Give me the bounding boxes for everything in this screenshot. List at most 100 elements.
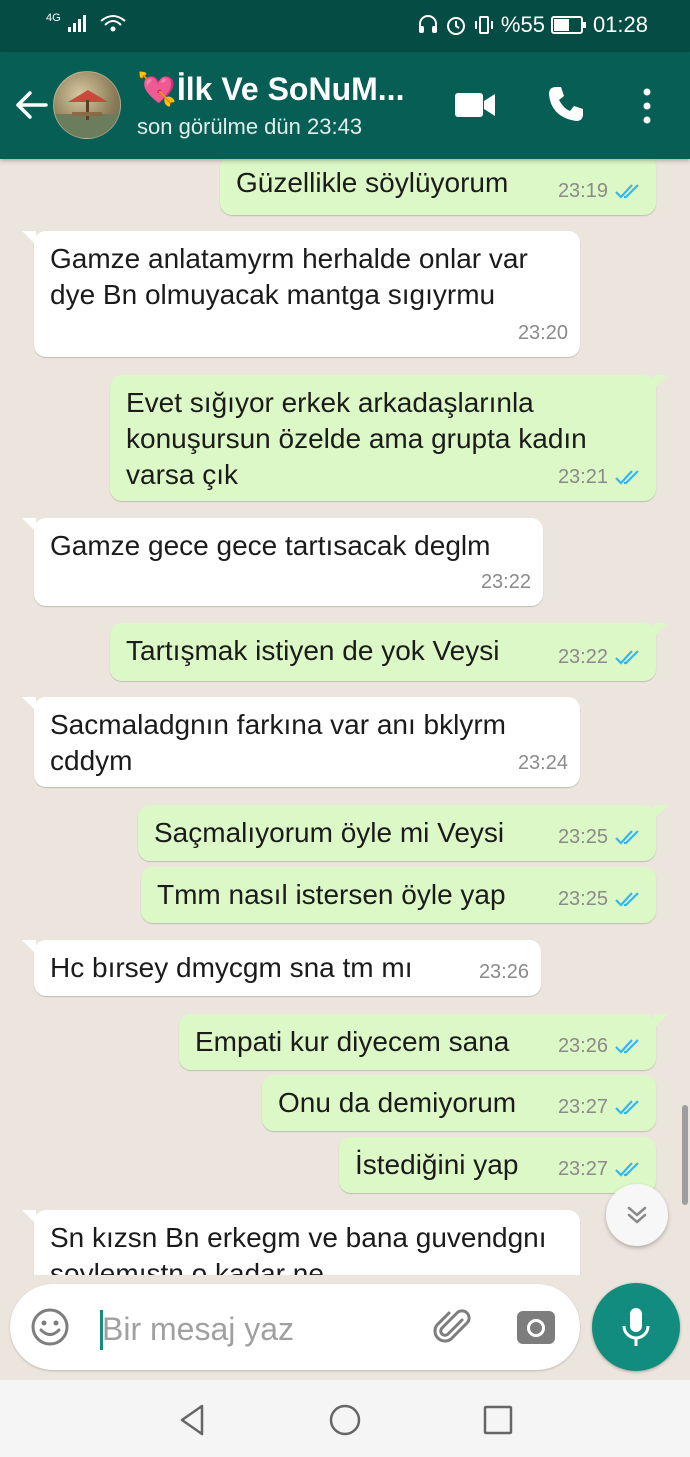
message-time: 23:19: [557, 180, 608, 202]
message-time: 23:22: [480, 571, 531, 593]
clock: 01:28: [592, 12, 648, 37]
scroll-to-bottom-button[interactable]: [606, 1184, 668, 1246]
message-text: Sn kızsn Bn erkegm ve bana guvendgnı soy…: [50, 1222, 547, 1275]
message-outgoing[interactable]: Güzellikle söylüyorum 23:19: [220, 159, 656, 215]
read-ticks-icon: [615, 470, 639, 485]
attach-icon[interactable]: [432, 1306, 474, 1348]
bubble-tail: [22, 697, 36, 711]
battery-percent: %55: [500, 12, 545, 37]
read-ticks-icon: [615, 892, 639, 907]
network-type: 4G: [46, 12, 61, 24]
message-incoming[interactable]: Gamze gece gece tartısacak deglm 23:22: [22, 518, 543, 606]
status-bar: 4G %55 01:28: [0, 0, 690, 52]
battery-icon: [550, 16, 586, 34]
bubble-tail: [654, 805, 668, 819]
message-outgoing[interactable]: İstediğini yap 23:27: [339, 1137, 656, 1193]
message-meta: 23:24: [518, 745, 568, 781]
message-text: Tartışmak istiyen de yok Veysi: [126, 635, 500, 666]
nav-home-icon[interactable]: [325, 1400, 365, 1440]
message-outgoing[interactable]: Empati kur diyecem sana 23:26: [179, 1014, 668, 1070]
vibrate-icon: [474, 16, 493, 34]
message-placeholder: Bir mesaj yaz: [102, 1311, 295, 1347]
message-meta: 23:22: [558, 639, 644, 675]
mic-icon: [622, 1308, 650, 1346]
message-input[interactable]: Bir mesaj yaz: [10, 1284, 580, 1370]
message-time: 23:24: [517, 752, 568, 774]
bubble-tail: [654, 1014, 668, 1028]
scrollbar-thumb[interactable]: [682, 1105, 688, 1205]
message-meta: 23:26: [479, 954, 529, 990]
message-incoming[interactable]: Sacmaladgnın farkına var anı bklyrm cddy…: [22, 697, 580, 787]
emoji-icon[interactable]: [30, 1307, 70, 1347]
chat-header: 💘İlk Ve SoNuM... son görülme dün 23:43: [0, 52, 690, 159]
signal-icon: [67, 15, 86, 32]
read-ticks-icon: [615, 184, 639, 199]
message-time: 23:27: [557, 1096, 608, 1118]
message-text: Empati kur diyecem sana: [195, 1026, 510, 1057]
message-text: Evet sığıyor erkek arkadaşlarınla konuşu…: [126, 387, 587, 490]
message-outgoing[interactable]: Onu da demiyorum 23:27: [262, 1075, 656, 1131]
message-meta: 23:25: [558, 819, 644, 855]
message-incoming[interactable]: Gamze anlatamyrm herhalde onlar var dye …: [22, 231, 580, 357]
message-time: 23:26: [478, 961, 529, 983]
message-outgoing[interactable]: Saçmalıyorum öyle mi Veysi 23:25: [138, 805, 668, 861]
message-meta: 23:27: [558, 1089, 644, 1125]
read-ticks-icon: [615, 1162, 639, 1177]
bubble-tail: [654, 375, 668, 389]
camera-icon[interactable]: [516, 1308, 556, 1346]
message-time: 23:25: [557, 888, 608, 910]
nav-recents-icon[interactable]: [478, 1400, 518, 1440]
message-text: Güzellikle söylüyorum: [236, 167, 509, 198]
message-meta: 23:26: [558, 1028, 644, 1064]
more-vert-icon[interactable]: [640, 88, 654, 124]
last-seen: son görülme dün 23:43: [137, 114, 363, 139]
bubble-tail: [22, 1210, 36, 1224]
message-time: 23:21: [557, 466, 608, 488]
message-time: 23:22: [557, 646, 608, 668]
message-meta: 23:25: [558, 881, 644, 917]
video-call-icon[interactable]: [454, 90, 496, 120]
contact-name[interactable]: 💘İlk Ve SoNuM...: [137, 70, 404, 108]
read-ticks-icon: [615, 830, 639, 845]
bubble-tail: [22, 940, 36, 954]
nav-back-icon[interactable]: [172, 1400, 212, 1440]
message-list[interactable]: Güzellikle söylüyorum 23:19 Gamze anlata…: [0, 159, 690, 1275]
headset-icon: [418, 15, 437, 33]
read-ticks-icon: [615, 1039, 639, 1054]
avatar[interactable]: [53, 71, 121, 139]
message-time: 23:25: [557, 826, 608, 848]
message-text: Tmm nasıl istersen öyle yap: [157, 879, 506, 910]
message-text: Hc bırsey dmycgm sna tm mı: [50, 952, 413, 983]
message-outgoing[interactable]: Tartışmak istiyen de yok Veysi 23:22: [110, 623, 668, 681]
message-text: Gamze anlatamyrm herhalde onlar var dye …: [50, 243, 528, 310]
voice-message-button[interactable]: [592, 1283, 680, 1371]
bubble-tail: [654, 623, 668, 637]
message-outgoing[interactable]: Evet sığıyor erkek arkadaşlarınla konuşu…: [110, 375, 668, 501]
avatar-image: [54, 90, 120, 138]
phone-icon[interactable]: [546, 84, 586, 124]
message-meta: 23:19: [558, 173, 644, 209]
alarm-icon: [446, 17, 465, 35]
system-nav-bar: [0, 1380, 690, 1457]
message-meta: 23:21: [558, 459, 644, 495]
message-text: Onu da demiyorum: [278, 1087, 517, 1118]
read-ticks-icon: [615, 1100, 639, 1115]
bubble-tail: [22, 231, 36, 245]
message-text: İstediğini yap: [355, 1149, 519, 1180]
message-meta: 23:20: [518, 315, 568, 351]
message-incoming[interactable]: Hc bırsey dmycgm sna tm mı 23:26: [22, 940, 541, 996]
message-meta: 23:27: [558, 1151, 644, 1187]
back-arrow-icon[interactable]: [12, 86, 50, 124]
message-text: Gamze gece gece tartısacak deglm: [50, 530, 491, 561]
message-outgoing[interactable]: Tmm nasıl istersen öyle yap 23:25: [141, 867, 656, 923]
message-text: Saçmalıyorum öyle mi Veysi: [154, 817, 505, 848]
message-time: 23:27: [557, 1158, 608, 1180]
composer-bar: Bir mesaj yaz: [0, 1275, 690, 1380]
message-time: 23:20: [517, 322, 568, 344]
message-incoming[interactable]: Sn kızsn Bn erkegm ve bana guvendgnı soy…: [22, 1210, 580, 1275]
double-chevron-down-icon: [627, 1206, 647, 1224]
wifi-icon: [100, 15, 126, 32]
message-meta: 23:22: [481, 564, 531, 600]
message-text: Sacmaladgnın farkına var anı bklyrm cddy…: [50, 709, 506, 776]
message-time: 23:26: [557, 1035, 608, 1057]
